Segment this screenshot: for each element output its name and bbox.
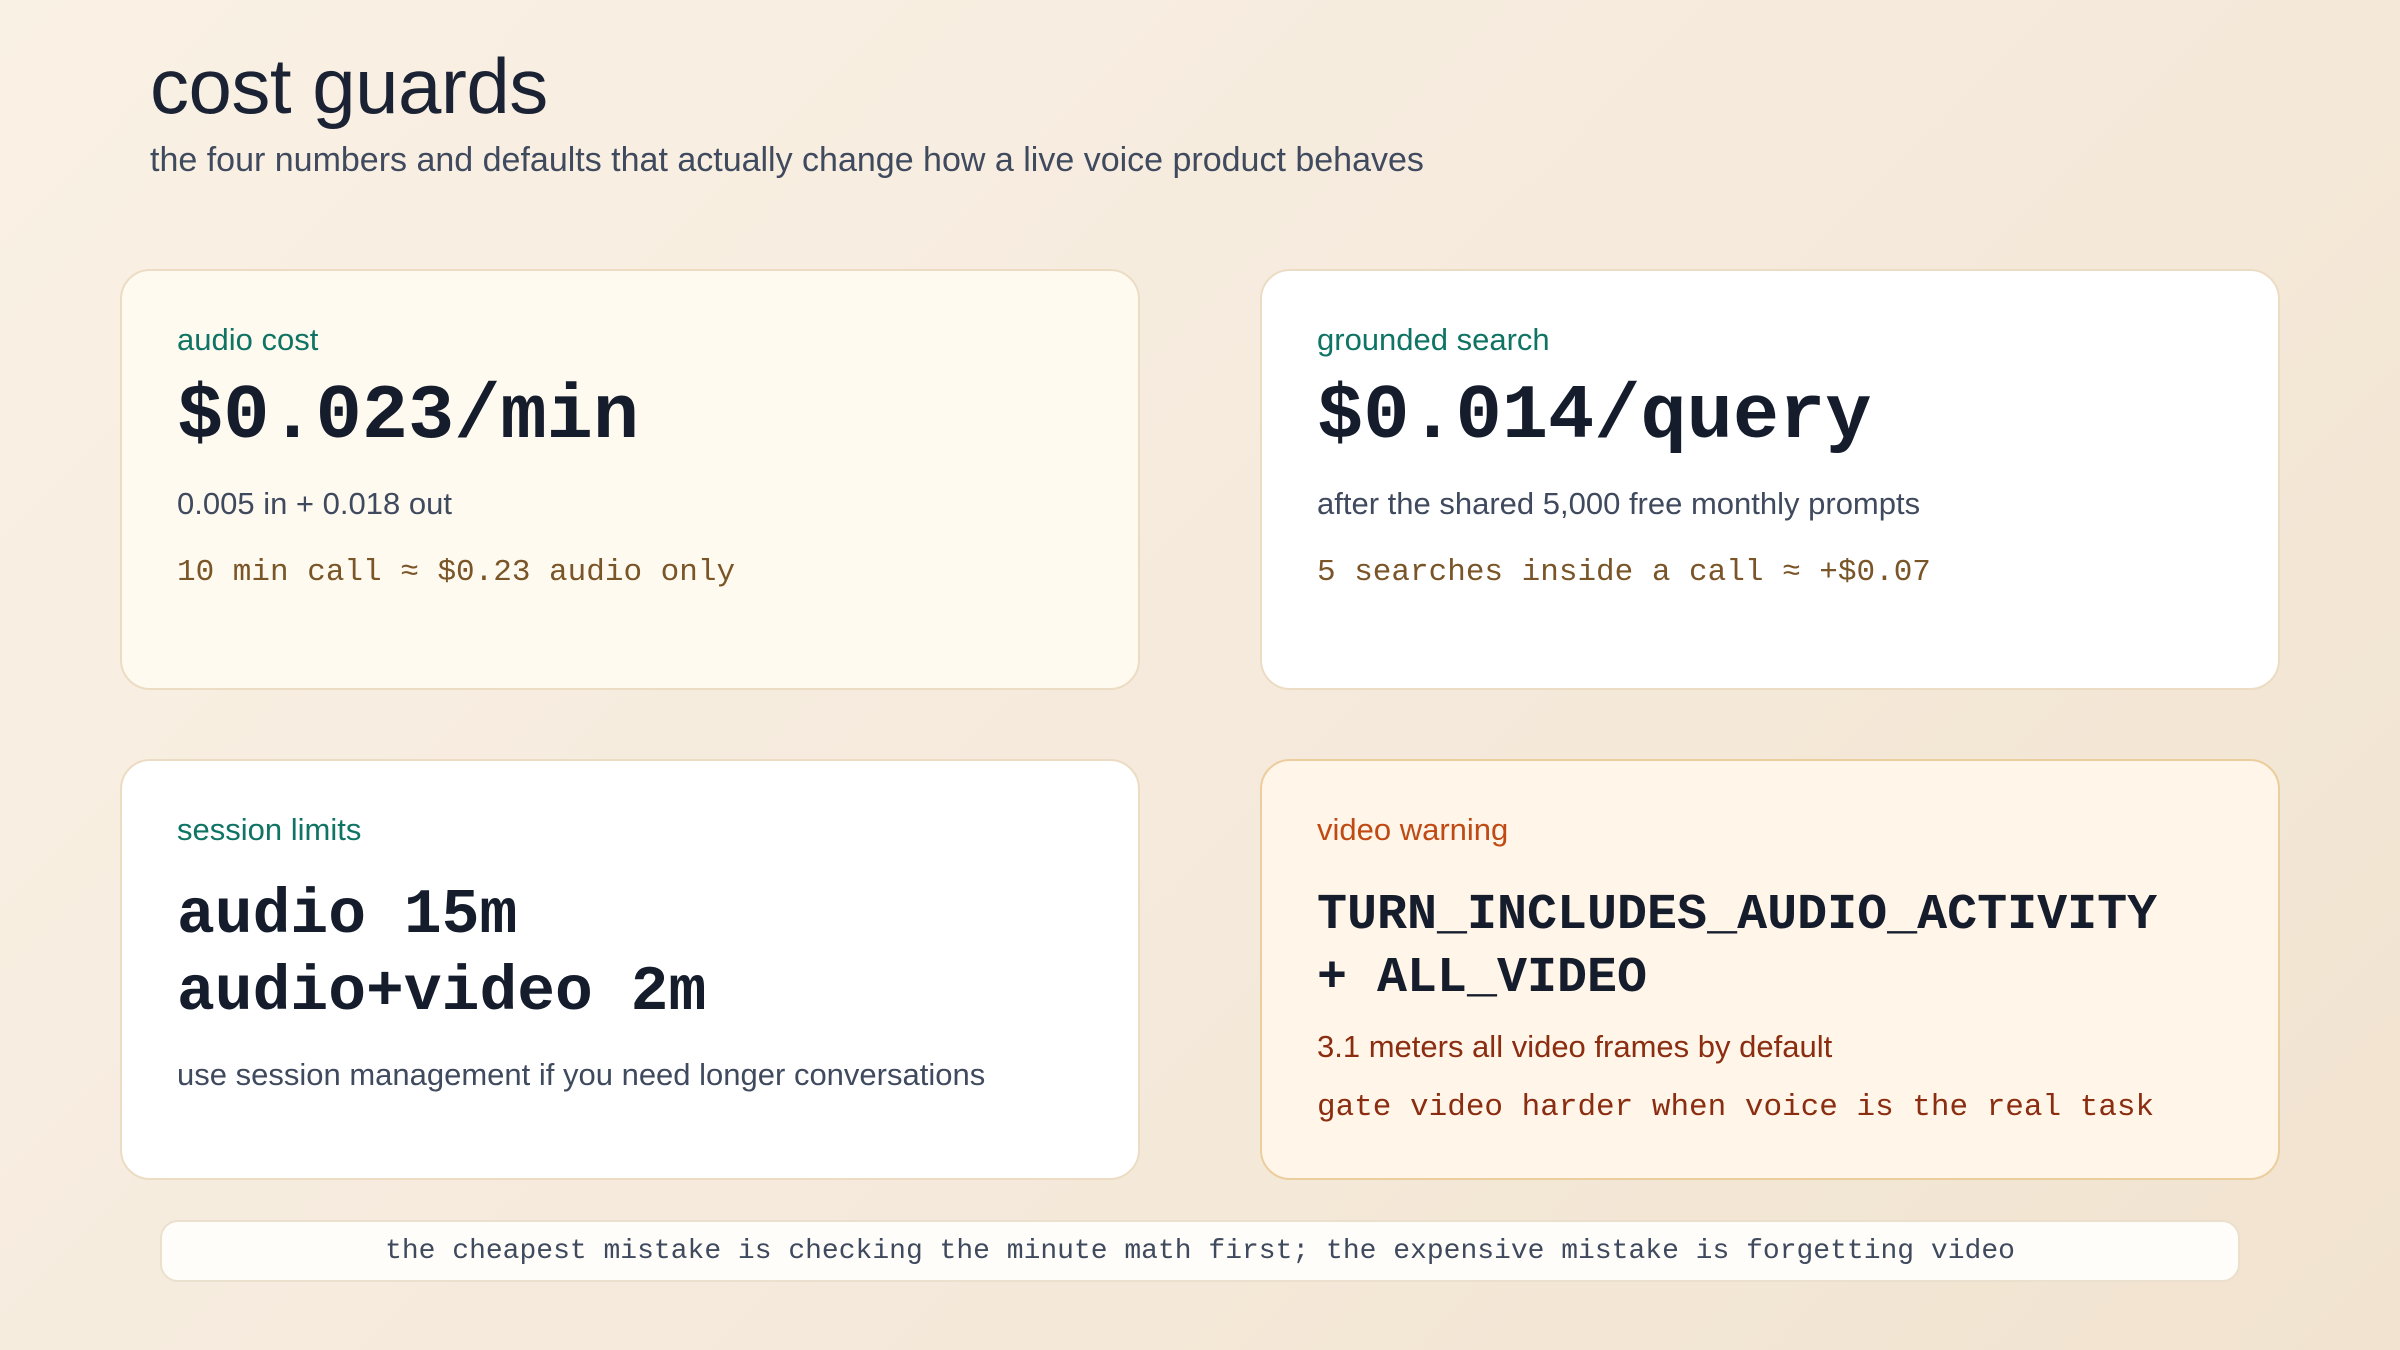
- page-title: cost guards: [150, 42, 548, 130]
- card-value-line: + ALL_VIDEO: [1317, 950, 1648, 1008]
- card-note: 5 searches inside a call ≈ +$0.07: [1317, 554, 1931, 590]
- card-description: after the shared 5,000 free monthly prom…: [1317, 485, 1921, 521]
- session-limits-card: session limits audio 15m audio+video 2m …: [120, 759, 1140, 1180]
- card-value: audio 15m audio+video 2m: [177, 878, 1083, 1032]
- card-value-line: TURN_INCLUDES_AUDIO_ACTIVITY: [1317, 887, 2158, 945]
- page-subtitle: the four numbers and defaults that actua…: [150, 140, 1424, 179]
- card-label: audio cost: [177, 322, 319, 357]
- card-value-line: audio+video 2m: [177, 957, 707, 1029]
- card-value: $0.014/query: [1317, 374, 1872, 462]
- card-description: use session management if you need longe…: [177, 1056, 986, 1092]
- card-note: 10 min call ≈ $0.23 audio only: [177, 554, 736, 590]
- video-warning-card: video warning TURN_INCLUDES_AUDIO_ACTIVI…: [1260, 759, 2280, 1180]
- card-label: session limits: [177, 812, 362, 847]
- page-header: cost guards the four numbers and default…: [150, 40, 2250, 182]
- footer-callout: the cheapest mistake is checking the min…: [160, 1220, 2240, 1282]
- card-label: grounded search: [1317, 322, 1550, 357]
- card-value-line: audio 15m: [177, 880, 518, 952]
- card-label: video warning: [1317, 812, 1509, 847]
- card-value: $0.023/min: [177, 374, 640, 462]
- card-value: TURN_INCLUDES_AUDIO_ACTIVITY + ALL_VIDEO: [1317, 884, 2223, 1010]
- card-description: 0.005 in + 0.018 out: [177, 485, 452, 521]
- audio-cost-card: audio cost $0.023/min 0.005 in + 0.018 o…: [120, 269, 1140, 690]
- grounded-search-card: grounded search $0.014/query after the s…: [1260, 269, 2280, 690]
- card-description: 3.1 meters all video frames by default: [1317, 1029, 1833, 1065]
- card-note: gate video harder when voice is the real…: [1317, 1089, 2155, 1125]
